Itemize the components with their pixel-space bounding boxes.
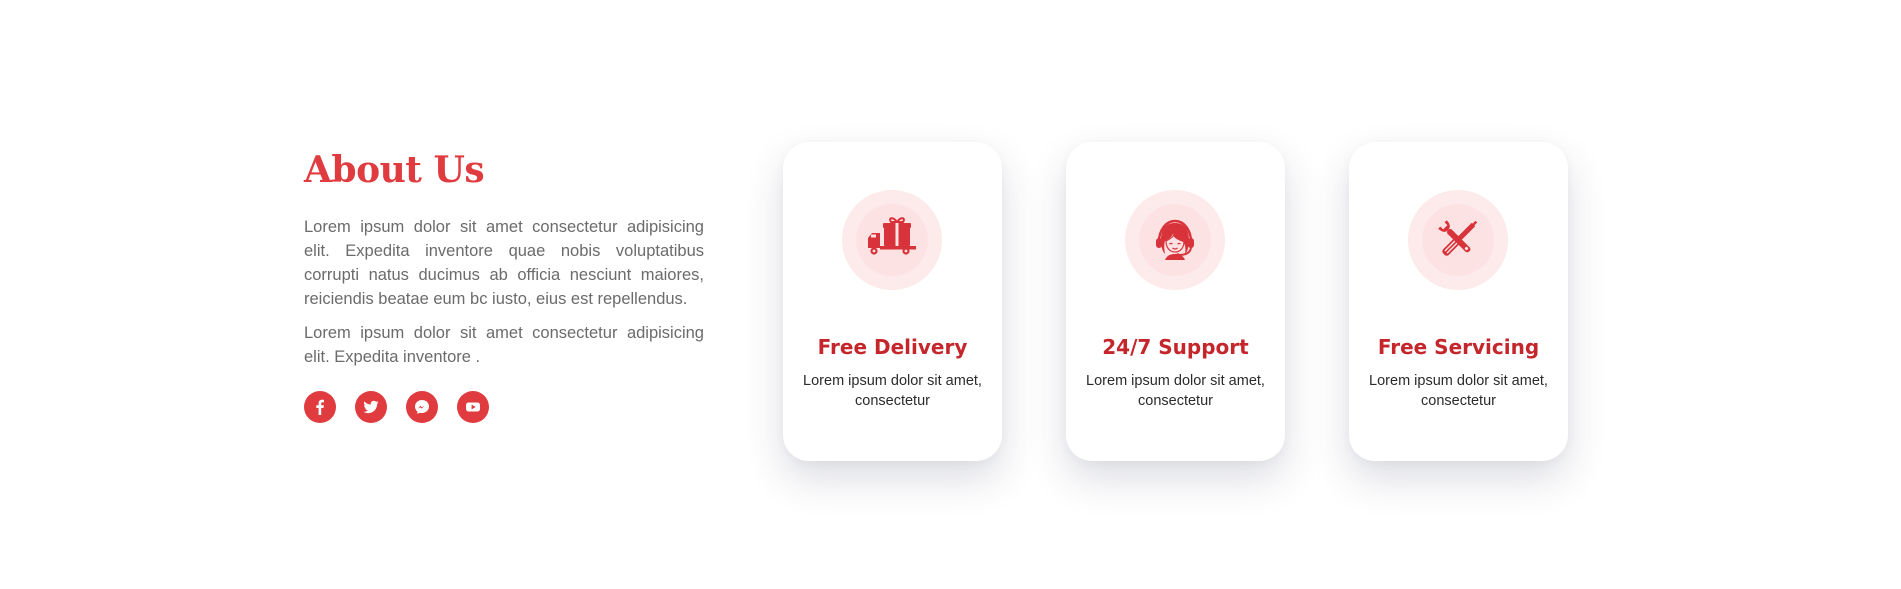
feature-card-free-delivery: Free Delivery Lorem ipsum dolor sit amet… <box>783 142 1002 461</box>
facebook-icon <box>316 400 324 416</box>
feature-card-support: 24/7 Support Lorem ipsum dolor sit amet,… <box>1066 142 1285 461</box>
about-paragraph-1: Lorem ipsum dolor sit amet consectetur a… <box>304 218 704 309</box>
messenger-icon <box>415 400 429 415</box>
about-column: About Us Lorem ipsum dolor sit amet cons… <box>304 149 704 424</box>
twitter-link[interactable] <box>355 391 387 424</box>
feature-title: Free Servicing <box>1377 335 1540 359</box>
feature-icon-badge <box>1125 190 1225 290</box>
about-paragraph-2: Lorem ipsum dolor sit amet consectetur a… <box>304 324 704 367</box>
about-title: About Us <box>304 149 485 191</box>
wrench-screwdriver-icon <box>1438 220 1478 256</box>
feature-text: Lorem ipsum dolor sit amet, consectetur <box>1369 373 1548 409</box>
feature-icon-badge <box>842 190 942 290</box>
youtube-icon <box>466 402 480 412</box>
support-headset-icon <box>1156 219 1194 260</box>
messenger-link[interactable] <box>406 391 438 424</box>
youtube-link[interactable] <box>457 391 489 424</box>
about-section: About Us Lorem ipsum dolor sit amet cons… <box>0 0 1901 589</box>
feature-icon-badge <box>1408 190 1508 290</box>
feature-text: Lorem ipsum dolor sit amet, consectetur <box>803 373 982 409</box>
feature-title: Free Delivery <box>817 335 968 359</box>
feature-card-servicing: Free Servicing Lorem ipsum dolor sit ame… <box>1349 142 1568 461</box>
twitter-icon <box>363 401 379 414</box>
social-links <box>304 391 704 424</box>
feature-title: 24/7 Support <box>1102 335 1249 359</box>
feature-text: Lorem ipsum dolor sit amet, consectetur <box>1086 373 1265 409</box>
delivery-truck-gift-icon <box>868 217 916 255</box>
facebook-link[interactable] <box>304 391 336 424</box>
